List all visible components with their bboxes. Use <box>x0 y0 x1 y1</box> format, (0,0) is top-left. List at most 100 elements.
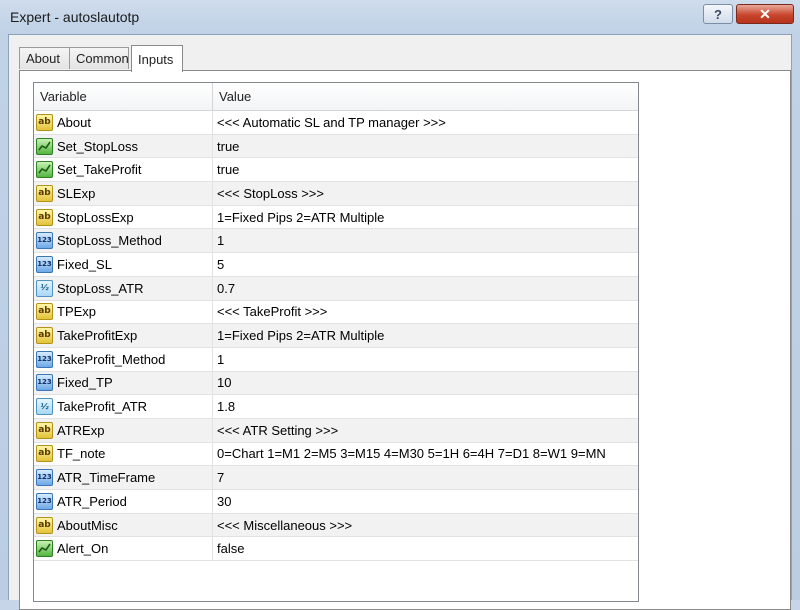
variable-cell[interactable]: ab TPExp <box>34 300 213 324</box>
value-cell[interactable]: 1=Fixed Pips 2=ATR Multiple <box>213 206 638 229</box>
variable-cell[interactable]: 123 TakeProfit_Method <box>34 347 213 371</box>
variable-cell[interactable]: ab About <box>34 111 213 134</box>
variable-cell[interactable]: Alert_On <box>34 537 213 561</box>
ab-icon: ab <box>36 421 53 439</box>
close-button[interactable]: ✕ <box>736 4 794 24</box>
table-row[interactable]: 123 StopLoss_Method 1 <box>34 229 638 254</box>
variable-cell[interactable]: 123 Fixed_TP <box>34 371 213 395</box>
int-icon: 123 <box>36 469 53 487</box>
tab-about[interactable]: About <box>19 47 70 69</box>
variable-name: StopLossExp <box>57 209 134 225</box>
variable-name: StopLoss_ATR <box>57 280 144 296</box>
dialog-client-area: About Common Inputs Variable Value ab Abo… <box>8 34 792 610</box>
variable-cell[interactable]: Set_StopLoss <box>34 134 213 158</box>
variable-cell[interactable]: ab TF_note <box>34 442 213 466</box>
value-cell[interactable]: 0.7 <box>213 277 638 300</box>
table-row[interactable]: ab AboutMisc <<< Miscellaneous >>> <box>34 513 638 538</box>
table-row[interactable]: ab SLExp <<< StopLoss >>> <box>34 182 638 206</box>
variable-cell[interactable]: Set_TakeProfit <box>34 158 213 182</box>
table-row[interactable]: ab About <<< Automatic SL and TP manager >… <box>34 111 638 135</box>
close-icon: ✕ <box>759 5 771 22</box>
tab-common-label: Common <box>76 51 129 66</box>
value-cell[interactable]: <<< TakeProfit >>> <box>213 301 638 324</box>
table-row[interactable]: 123 ATR_Period 30 <box>34 490 638 514</box>
value-cell[interactable]: 1 <box>213 229 638 252</box>
table-row[interactable]: 123 TakeProfit_Method 1 <box>34 347 638 372</box>
grid-header: Variable Value <box>34 83 638 111</box>
table-row[interactable]: ab TakeProfitExp 1=Fixed Pips 2=ATR Multip… <box>34 324 638 348</box>
value-cell[interactable]: 1 <box>213 348 638 371</box>
value-cell[interactable]: <<< StopLoss >>> <box>213 182 638 205</box>
table-row[interactable]: ab ATRExp <<< ATR Setting >>> <box>34 418 638 443</box>
variable-name: Fixed_TP <box>57 375 113 391</box>
value-cell[interactable]: true <box>213 135 638 158</box>
variable-name: TakeProfitExp <box>57 328 138 344</box>
variable-name: SLExp <box>57 185 96 201</box>
table-row[interactable]: 123 Fixed_TP 10 <box>34 371 638 396</box>
value-cell[interactable]: 0=Chart 1=M1 2=M5 3=M15 4=M30 5=1H 6=4H … <box>213 443 638 466</box>
ab-icon: ab <box>36 516 53 534</box>
variable-name: ATRExp <box>57 422 105 438</box>
value-cell[interactable]: 30 <box>213 490 638 513</box>
bool-icon <box>36 540 53 558</box>
table-row[interactable]: Alert_On false <box>34 537 638 562</box>
table-row[interactable]: ½ TakeProfit_ATR 1.8 <box>34 395 638 419</box>
value-cell[interactable]: true <box>213 158 638 181</box>
int-icon: 123 <box>36 374 53 392</box>
value-cell[interactable]: 5 <box>213 253 638 276</box>
variable-name: Fixed_SL <box>57 256 112 272</box>
value-cell[interactable]: 1.8 <box>213 395 638 418</box>
value-cell[interactable]: 1=Fixed Pips 2=ATR Multiple <box>213 324 638 347</box>
table-row[interactable]: ab StopLossExp 1=Fixed Pips 2=ATR Multiple <box>34 205 638 230</box>
value-cell[interactable]: <<< ATR Setting >>> <box>213 419 638 442</box>
ab-icon: ab <box>36 445 53 463</box>
variable-name: Set_StopLoss <box>57 138 138 154</box>
table-row[interactable]: Set_StopLoss true <box>34 134 638 159</box>
title-bar[interactable]: Expert - autoslautotp ? ✕ <box>0 0 800 34</box>
variable-cell[interactable]: ab StopLossExp <box>34 205 213 229</box>
table-row[interactable]: 123 ATR_TimeFrame 7 <box>34 466 638 490</box>
variable-cell[interactable]: 123 Fixed_SL <box>34 253 213 276</box>
bool-icon <box>36 161 53 179</box>
variable-cell[interactable]: ab ATRExp <box>34 418 213 442</box>
int-icon: 123 <box>36 232 53 250</box>
inputs-grid: Variable Value ab About <<< Automatic SL a… <box>33 82 639 602</box>
tab-common[interactable]: Common <box>69 47 129 69</box>
variable-cell[interactable]: ab AboutMisc <box>34 513 213 537</box>
variable-cell[interactable]: 123 ATR_Period <box>34 490 213 513</box>
table-row[interactable]: ab TPExp <<< TakeProfit >>> <box>34 300 638 325</box>
variable-name: TakeProfit_ATR <box>57 399 148 415</box>
value-cell[interactable]: <<< Automatic SL and TP manager >>> <box>213 111 638 134</box>
grid-rows: ab About <<< Automatic SL and TP manager >… <box>34 111 638 562</box>
variable-cell[interactable]: 123 ATR_TimeFrame <box>34 466 213 489</box>
value-cell[interactable]: false <box>213 537 638 560</box>
column-header-variable[interactable]: Variable <box>34 83 213 110</box>
tab-inputs[interactable]: Inputs <box>131 45 183 72</box>
variable-cell[interactable]: ½ StopLoss_ATR <box>34 276 213 300</box>
int-icon: 123 <box>36 255 53 273</box>
value-cell[interactable]: 10 <box>213 372 638 395</box>
help-icon: ? <box>714 6 722 22</box>
value-cell[interactable]: <<< Miscellaneous >>> <box>213 514 638 537</box>
value-cell[interactable]: 7 <box>213 466 638 489</box>
table-row[interactable]: ab TF_note 0=Chart 1=M1 2=M5 3=M15 4=M30 5… <box>34 442 638 467</box>
variable-cell[interactable]: ab TakeProfitExp <box>34 324 213 347</box>
double-icon: ½ <box>36 398 53 416</box>
variable-cell[interactable]: ab SLExp <box>34 182 213 205</box>
variable-name: AboutMisc <box>57 517 118 533</box>
variable-cell[interactable]: 123 StopLoss_Method <box>34 229 213 253</box>
double-icon: ½ <box>36 279 53 297</box>
table-row[interactable]: 123 Fixed_SL 5 <box>34 253 638 277</box>
table-row[interactable]: Set_TakeProfit true <box>34 158 638 183</box>
tab-about-label: About <box>26 51 60 66</box>
table-row[interactable]: ½ StopLoss_ATR 0.7 <box>34 276 638 301</box>
column-header-value[interactable]: Value <box>213 83 638 110</box>
ab-icon: ab <box>36 113 53 131</box>
variable-name: ATR_Period <box>57 493 127 509</box>
variable-cell[interactable]: ½ TakeProfit_ATR <box>34 395 213 418</box>
tab-inputs-label: Inputs <box>138 51 174 67</box>
ab-icon: ab <box>36 208 53 226</box>
help-button[interactable]: ? <box>703 4 733 24</box>
variable-name: TakeProfit_Method <box>57 351 166 367</box>
int-icon: 123 <box>36 350 53 368</box>
